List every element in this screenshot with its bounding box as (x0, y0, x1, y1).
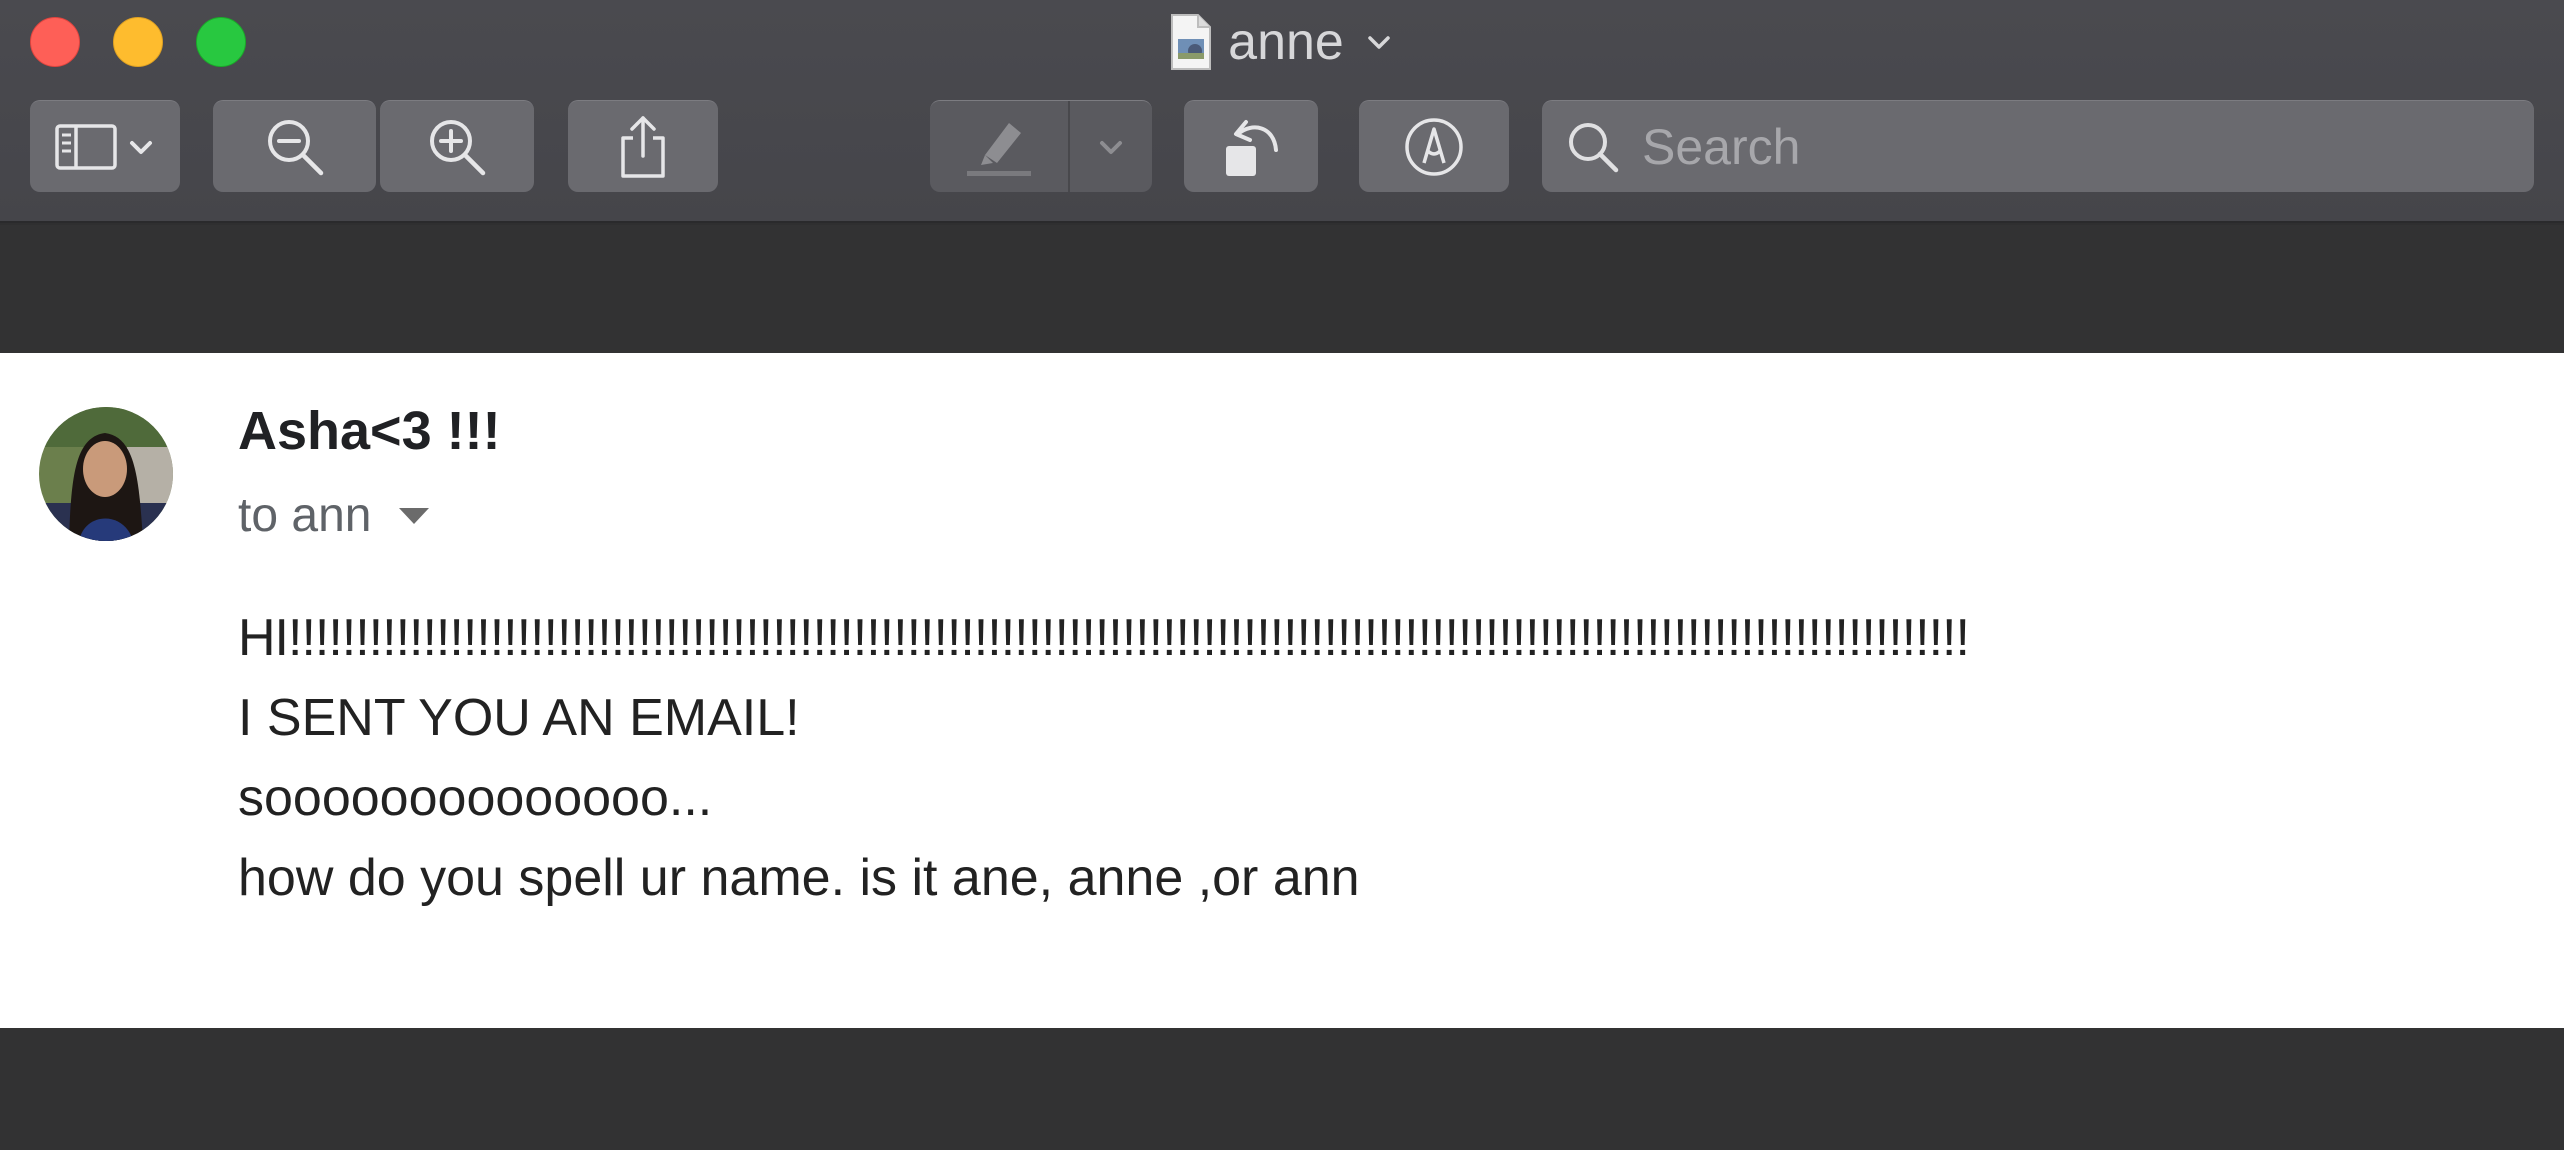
highlighter-icon (967, 123, 1031, 176)
highlight-button[interactable] (930, 100, 1152, 192)
sidebar-icon (55, 123, 117, 170)
body-line: HI!!!!!!!!!!!!!!!!!!!!!!!!!!!!!!!!!!!!!!… (238, 609, 1970, 667)
search-field[interactable] (1542, 100, 2534, 192)
document-title-menu[interactable]: anne (0, 10, 2564, 74)
document-viewport-top (0, 225, 2564, 353)
recipient-label: to ann (238, 489, 372, 542)
email-body: HI!!!!!!!!!!!!!!!!!!!!!!!!!!!!!!!!!!!!!!… (238, 598, 1970, 918)
image-file-icon (1170, 13, 1212, 71)
markup-button[interactable] (1359, 100, 1509, 192)
search-icon (1569, 122, 1619, 172)
chevron-down-icon (1368, 36, 1390, 49)
zoom-in-button[interactable] (380, 100, 534, 192)
chevron-down-icon (1100, 141, 1122, 154)
zoom-out-icon (267, 119, 323, 175)
sidebar-toggle-button[interactable] (30, 100, 180, 192)
zoom-out-button[interactable] (213, 100, 376, 192)
share-button[interactable] (568, 100, 718, 192)
sender-avatar (39, 407, 173, 541)
body-line: soooooooooooooo... (238, 769, 713, 827)
recipient-line[interactable]: to ann (238, 488, 431, 543)
document-viewport-bottom (0, 1028, 2564, 1150)
share-icon (621, 115, 665, 178)
sender-name: Asha<3 !!! (238, 401, 501, 461)
chevron-down-icon (130, 140, 152, 154)
rotate-button[interactable] (1184, 100, 1318, 192)
body-line: how do you spell ur name. is it ane, ann… (238, 849, 1360, 907)
search-input[interactable] (1642, 117, 2522, 176)
document-title: anne (1228, 13, 1344, 71)
rotate-left-icon (1226, 119, 1278, 176)
zoom-in-icon (430, 119, 486, 175)
markup-icon (1405, 117, 1463, 176)
body-line: I SENT YOU AN EMAIL! (238, 689, 800, 747)
caret-down-icon (399, 507, 430, 524)
window-toolbar: anne (0, 0, 2564, 223)
